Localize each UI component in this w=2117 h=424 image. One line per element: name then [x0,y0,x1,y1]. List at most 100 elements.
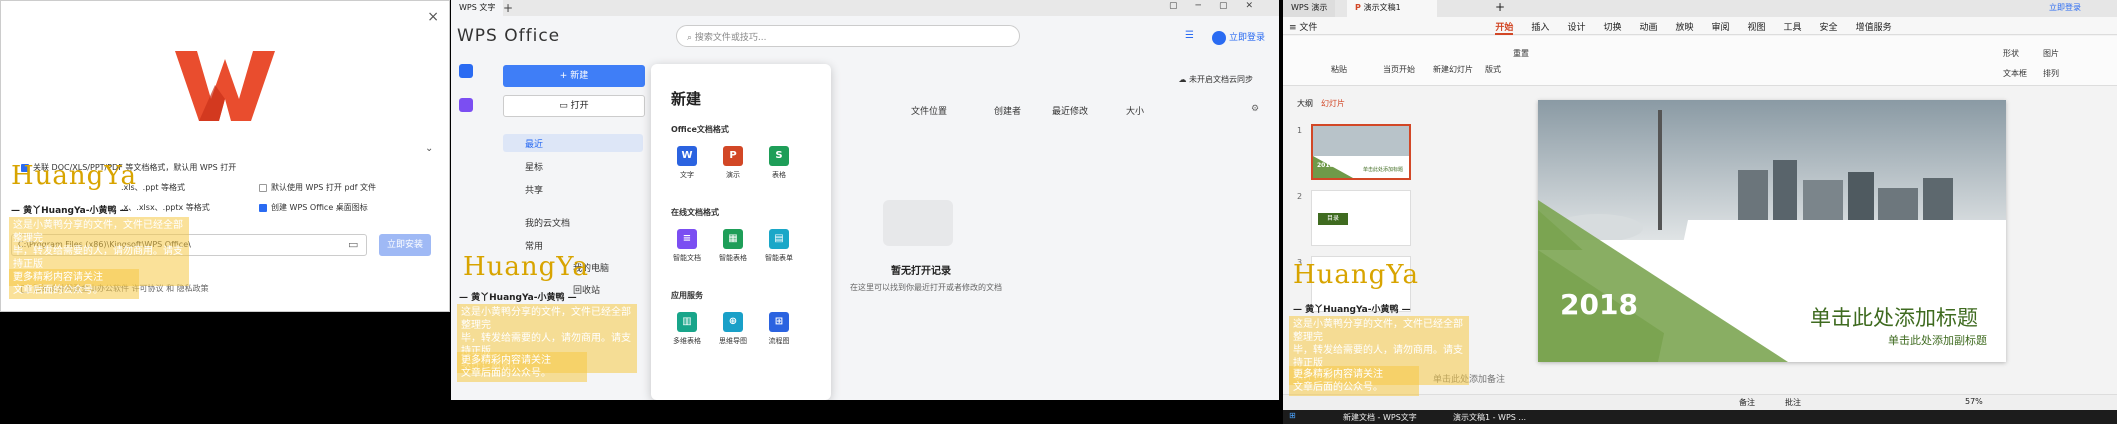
docs-sidebar-icon[interactable] [459,64,473,78]
menu-transition[interactable]: 切换 [1603,17,1621,33]
menu-home[interactable]: 开始 [1495,17,1514,35]
notes-field[interactable]: 单击此处添加备注 [1433,372,2113,385]
menu-slideshow[interactable]: 放映 [1675,17,1693,33]
slide-canvas[interactable]: 2018 单击此处添加标题 单击此处添加副标题 [1538,100,2006,362]
reset-button[interactable]: 重置 [1513,48,1529,59]
tab-slides[interactable]: 幻灯片 [1321,98,1345,109]
menu-review[interactable]: 审阅 [1712,17,1730,33]
watermark-notice: 更多精彩内容请关注 文章后面的公众号。 [9,269,139,299]
doc-type-icon: ▥ [677,312,697,332]
taskbar: ⊞ 新建文档 - WPS文字 演示文稿1 - WPS ... [1283,410,2117,424]
shape-button[interactable]: 形状 [2003,48,2019,59]
taskbar-item-writer[interactable]: 新建文档 - WPS文字 [1343,412,1417,423]
textbox-button[interactable]: 文本框 [2003,68,2027,79]
option-label: 创建 WPS Office 桌面图标 [271,203,368,212]
new-item-items2-0[interactable]: ≡ 智能文档 [667,229,707,263]
tab-document[interactable]: P 演示文稿1 [1347,0,1437,17]
apps-sidebar-icon[interactable] [459,98,473,112]
close-icon[interactable]: × [427,9,439,25]
checkbox[interactable] [259,203,267,212]
add-tab-icon[interactable]: + [503,1,513,15]
from-current-button[interactable]: 当页开始 [1383,64,1415,75]
menu-animation[interactable]: 动画 [1639,17,1657,33]
window-controls[interactable]: ▢─▢✕ [1169,1,1271,11]
folder-icon[interactable]: ▭ [348,238,358,251]
open-button[interactable]: ▭ 打开 [503,95,645,117]
nav-cloud[interactable]: 我的云文档 [503,213,643,231]
new-item-label: 思维导图 [719,337,747,345]
login-label: 立即登录 [1228,33,1265,43]
menu-insert[interactable]: 插入 [1531,17,1549,33]
watermark-subtitle: — 黄丫HuangYa-小黄鸭 — [459,293,577,303]
column-modified[interactable]: 最近修改 [1052,104,1088,117]
arrange-button[interactable]: 排列 [2043,68,2059,79]
add-tab-icon[interactable]: + [1495,0,1505,14]
taskbar-item-presentation[interactable]: 演示文稿1 - WPS ... [1453,412,1526,423]
paste-button[interactable]: 粘贴 [1331,64,1347,75]
install-button[interactable]: 立即安装 [379,234,431,256]
menu-design[interactable]: 设计 [1567,17,1585,33]
new-button[interactable]: + 新建 [503,65,645,87]
section-office: Office文档格式 [671,125,729,134]
nav-recent[interactable]: 最近 [503,134,643,152]
slide-title[interactable]: 单击此处添加标题 [1810,302,1978,332]
settings-icon[interactable]: ⚙ [1251,104,1259,114]
avatar [1211,30,1226,45]
watermark-logo: HuangYa [451,252,589,282]
comment-button[interactable]: 批注 [1785,397,1801,408]
chevron-down-icon[interactable]: ⌄ [425,143,433,154]
new-item-items2-1[interactable]: ▦ 智能表格 [713,229,753,263]
new-item-items1-2[interactable]: S 表格 [759,146,799,180]
menu-services[interactable]: 增值服务 [1856,17,1892,33]
new-item-items3-2[interactable]: ⊞ 流程图 [759,312,799,346]
slide-number: 1 [1297,126,1303,135]
slide-year[interactable]: 2018 [1560,288,1638,321]
new-item-items3-1[interactable]: ⊕ 思维导图 [713,312,753,346]
new-item-items1-1[interactable]: P 演示 [713,146,753,180]
slide-subtitle[interactable]: 单击此处添加副标题 [1888,332,1987,348]
tab-outline[interactable]: 大纲 [1297,98,1313,109]
nav-shared[interactable]: 共享 [503,180,643,198]
option-xlsx[interactable]: .x、.xlsx、.pptx 等格式 [121,202,210,213]
login-button[interactable]: 立即登录 [1211,30,1265,45]
new-slide-button[interactable]: 新建幻灯片 [1433,64,1473,75]
watermark-text: Huang [1293,260,1387,290]
search-input[interactable]: ⌕ 搜索文件或技巧... [676,25,1020,47]
doc-type-icon: W [677,146,697,166]
picture-button[interactable]: 图片 [2043,48,2059,59]
login-button[interactable]: 立即登录 [2049,2,2081,13]
slide-thumb-2[interactable]: 目录 [1311,190,1411,246]
new-item-items2-2[interactable]: ▤ 智能表单 [759,229,799,263]
tab-wps-presentation[interactable]: WPS 演示 [1283,0,1336,17]
thumb-title: 单击此处添加标题 [1363,167,1404,173]
new-item-label: 演示 [726,171,740,179]
new-item-label: 智能表单 [765,254,793,262]
search-placeholder: 搜索文件或技巧... [694,33,767,43]
menu-security[interactable]: 安全 [1820,17,1838,33]
new-item-items3-0[interactable]: ▥ 多维表格 [667,312,707,346]
tab-wps-writer[interactable]: WPS 文字 [451,0,504,16]
thumb-year: 2018 [1317,162,1334,169]
layout-button[interactable]: 版式 [1485,64,1501,75]
menu-view[interactable]: 视图 [1748,17,1766,33]
menu-tools[interactable]: 工具 [1784,17,1802,33]
new-item-items1-0[interactable]: W 文字 [667,146,707,180]
wps-writer-window: WPS 文字 + ▢─▢✕ WPS Office ⌕ 搜索文件或技巧... ☰ … [451,0,1279,400]
doc-type-icon: ≡ [677,229,697,249]
column-size[interactable]: 大小 [1126,104,1144,117]
notes-button[interactable]: 备注 [1739,397,1755,408]
nav-starred[interactable]: 星标 [503,157,643,175]
menu-icon[interactable]: ☰ [1185,30,1194,41]
column-location[interactable]: 文件位置 [911,104,947,117]
cloud-sync[interactable]: ☁ 未开启文档云同步 [1178,74,1253,85]
column-creator[interactable]: 创建者 [994,104,1021,117]
watermark-line: 文章后面的公众号。 [461,368,551,379]
zoom-level[interactable]: 57% [1965,397,1983,406]
search-icon: ⌕ [687,33,695,43]
menu-file[interactable]: ≡ 文件 [1289,17,1317,33]
option-pdf[interactable]: 默认使用 WPS 打开 pdf 文件 [259,182,376,193]
option-desktop-icon[interactable]: 创建 WPS Office 桌面图标 [259,202,368,213]
start-icon[interactable]: ⊞ [1289,411,1296,420]
doc-type-icon: ▤ [769,229,789,249]
checkbox[interactable] [259,183,267,192]
